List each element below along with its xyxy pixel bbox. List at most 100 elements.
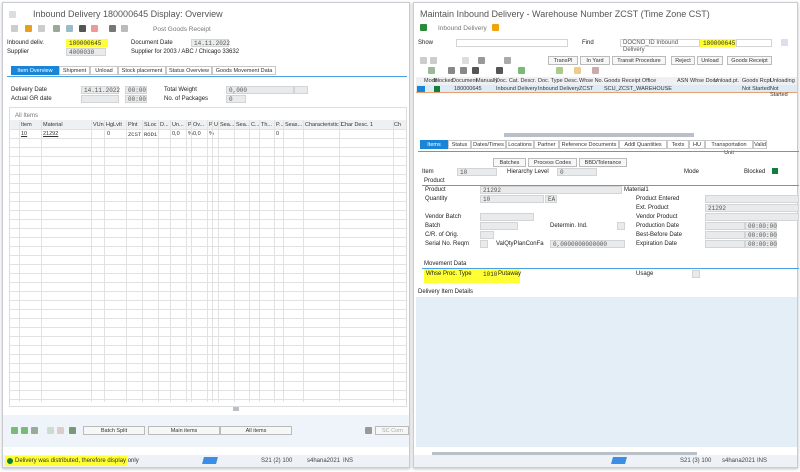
batch-field[interactable] — [480, 222, 518, 230]
export-icon[interactable] — [556, 67, 563, 74]
expiration-date-field[interactable] — [705, 240, 745, 248]
document-icon[interactable] — [121, 25, 128, 32]
tab-items[interactable]: Items — [420, 140, 448, 149]
tab-reference-documents[interactable]: Reference Documents — [559, 140, 619, 149]
delivery-time-field[interactable]: 00:00 — [125, 86, 147, 94]
row-selector[interactable] — [417, 86, 425, 92]
tab-status[interactable]: Status — [448, 140, 471, 149]
transport-icon[interactable] — [66, 25, 73, 32]
col-unloading[interactable]: Unloading — [770, 78, 795, 84]
supplier-field[interactable]: 4000030 — [66, 48, 106, 56]
print-icon[interactable] — [91, 25, 98, 32]
split-icon[interactable] — [69, 427, 76, 434]
tab-locations[interactable]: Locations — [506, 140, 534, 149]
packages-field[interactable]: 0 — [226, 95, 246, 103]
all-items-button[interactable]: All items — [220, 426, 292, 435]
serial-no-field[interactable] — [480, 240, 488, 248]
batch-split-button[interactable]: Batch Split — [83, 426, 145, 435]
process-codes-button[interactable]: Process Codes — [528, 158, 577, 167]
status-message[interactable]: Delivery was distributed, therefore disp… — [15, 458, 139, 464]
horizontal-scrollbar[interactable] — [233, 407, 239, 411]
tab-goods-movement-data[interactable]: Goods Movement Data — [212, 66, 276, 75]
item-field[interactable]: 10 — [457, 168, 497, 176]
tab-valid[interactable]: Valid — [753, 140, 767, 149]
col-un[interactable]: Un... — [172, 122, 184, 128]
edit-icon[interactable] — [11, 25, 18, 32]
refresh-icon[interactable] — [428, 67, 435, 74]
best-before-date-field[interactable] — [705, 231, 745, 239]
print-icon[interactable] — [448, 67, 455, 74]
country-of-origin-field[interactable] — [480, 231, 494, 239]
inbound-delivery-field[interactable]: 180000645 — [66, 39, 108, 47]
tab-unload[interactable]: Unload — [90, 66, 118, 75]
best-before-time-field[interactable]: 00:00:00 — [745, 231, 777, 239]
tab-shipment[interactable]: Shipment — [59, 66, 90, 75]
document-flow-icon[interactable] — [420, 24, 427, 31]
col-gr-office[interactable]: Goods Receipt Office — [604, 78, 656, 84]
tab-hu[interactable]: HU — [689, 140, 705, 149]
filter-icon[interactable] — [460, 67, 467, 74]
quantity-field[interactable]: 10 — [480, 195, 544, 203]
sc-comp-button[interactable]: SC Com — [375, 426, 409, 435]
find-extra-input[interactable] — [736, 39, 772, 47]
tab-stock-placement[interactable]: Stock placement — [118, 66, 166, 75]
col-sloc[interactable]: SLoc — [144, 122, 157, 128]
document-date-field[interactable]: 14.11.2022 — [191, 39, 230, 47]
horizontal-scrollbar[interactable] — [504, 133, 694, 137]
tab-transportation-unit[interactable]: Transportation Unit — [705, 140, 753, 156]
post-goods-receipt-button[interactable]: Post Goods Receipt — [153, 26, 211, 33]
col-char-desc-1[interactable]: Char Desc. 1 — [341, 122, 373, 128]
whse-proc-type-field[interactable]: 1010 — [480, 270, 497, 278]
weight-unit-field[interactable] — [294, 86, 308, 94]
find-field-dropdown[interactable]: DOCNO_ID Inbound Delivery — [620, 39, 700, 53]
vendor-batch-field[interactable] — [480, 213, 534, 221]
material-link[interactable]: 21292 — [43, 131, 58, 137]
col-plnt[interactable]: Plnt — [128, 122, 137, 128]
col-item[interactable]: Item — [21, 122, 32, 128]
tab-status-overview[interactable]: Status Overview — [166, 66, 212, 75]
col-blocked[interactable]: Blocked — [434, 78, 454, 84]
layout-icon[interactable] — [574, 67, 581, 74]
col-material[interactable]: Material — [43, 122, 63, 128]
system-info[interactable]: S21 (2) 100 — [261, 458, 292, 464]
weight-icon[interactable] — [109, 25, 116, 32]
expiration-time-field[interactable]: 00:00:00 — [745, 240, 777, 248]
find-value-input[interactable]: 180000645 — [700, 39, 736, 47]
find-icon[interactable] — [472, 67, 479, 74]
tab-addl-quantities[interactable]: Addl Quantities — [619, 140, 667, 149]
uom-field[interactable]: EA — [545, 195, 557, 203]
col-doc-cat[interactable]: Doc. Cat. Descr. — [496, 78, 536, 84]
unload-button[interactable]: Unload — [697, 56, 723, 65]
col-d[interactable]: D... — [160, 122, 169, 128]
delete-icon[interactable] — [38, 25, 45, 32]
in-yard-button[interactable]: In Yard — [580, 56, 610, 65]
select-all-icon[interactable] — [11, 427, 18, 434]
total-weight-field[interactable]: 0,000 — [226, 86, 294, 94]
col-sea1[interactable]: Sea... — [220, 122, 234, 128]
show-dropdown[interactable] — [456, 39, 568, 47]
col-unload-pt[interactable]: Unload.pt. — [714, 78, 739, 84]
production-time-field[interactable]: 00:00:00 — [745, 222, 777, 230]
collapse-icon[interactable] — [57, 427, 64, 434]
tab-partner[interactable]: Partner — [534, 140, 559, 149]
col-ov[interactable]: Ov... — [193, 122, 204, 128]
funnel-icon[interactable] — [496, 67, 503, 74]
production-date-field[interactable] — [705, 222, 745, 230]
edit-icon[interactable] — [478, 57, 485, 64]
deselect-icon[interactable] — [21, 427, 28, 434]
vendor-product-field[interactable] — [705, 213, 799, 221]
col-document[interactable]: Document — [452, 78, 477, 84]
sc-icon[interactable] — [365, 427, 372, 434]
bbd-tolerance-button[interactable]: BBD/Tolerance — [579, 158, 627, 167]
valqty-field[interactable]: 0,0000000000000 — [550, 240, 625, 248]
batches-button[interactable]: Batches — [493, 158, 526, 167]
block-icon[interactable] — [31, 427, 38, 434]
delete-icon[interactable] — [504, 57, 511, 64]
copy-icon[interactable] — [53, 25, 60, 32]
col-characteristic-1[interactable]: Characteristic 1 — [305, 122, 343, 128]
up-icon[interactable] — [420, 57, 427, 64]
blocked-checkbox[interactable] — [772, 168, 778, 174]
down-icon[interactable] — [430, 57, 437, 64]
menu-icon[interactable] — [9, 11, 16, 18]
usage-field[interactable] — [692, 270, 700, 278]
